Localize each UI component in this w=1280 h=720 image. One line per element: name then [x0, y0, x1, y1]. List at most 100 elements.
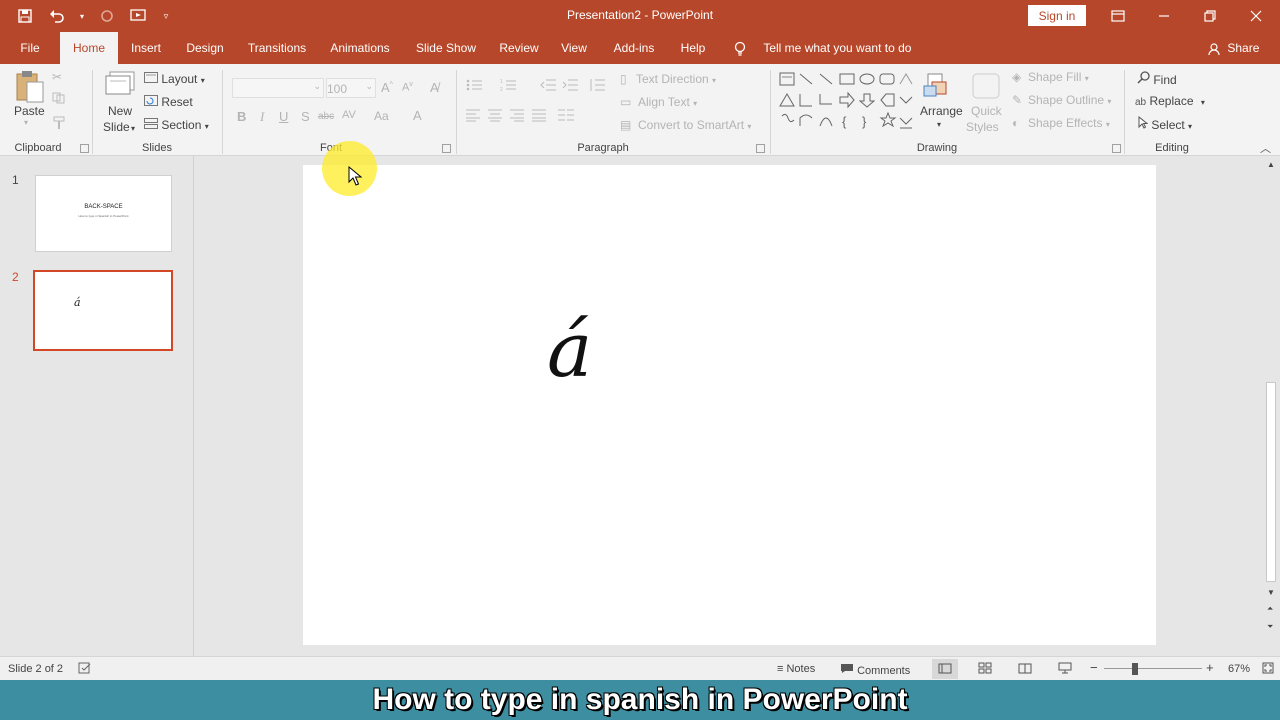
collapse-ribbon-icon[interactable]: ︿ [1260, 140, 1271, 156]
character-spacing-icon[interactable]: AV [342, 109, 356, 121]
arrange-button[interactable] [920, 72, 950, 103]
numbering-icon[interactable]: 12 [500, 78, 518, 95]
tab-insert[interactable]: Insert [124, 32, 168, 64]
redo-icon[interactable] [96, 6, 118, 26]
quick-access-toolbar: ▾ ▿ [14, 6, 172, 26]
minimize-icon[interactable] [1152, 4, 1176, 28]
slide-show-view-icon[interactable] [1058, 662, 1072, 677]
tab-animations[interactable]: Animations [324, 32, 396, 64]
strikethrough-icon[interactable]: abc [318, 111, 334, 122]
slide-canvas[interactable]: á [303, 165, 1156, 645]
drawing-launcher-icon[interactable] [1112, 144, 1121, 153]
cut-icon[interactable]: ✂ [52, 70, 62, 84]
columns-icon[interactable] [558, 108, 574, 125]
font-size-combo[interactable]: 100 ⌄ [326, 78, 376, 98]
zoom-out-icon[interactable]: − [1090, 660, 1098, 675]
notes-button[interactable]: ≡ Notes [777, 663, 815, 675]
align-center-icon[interactable] [488, 108, 502, 125]
new-slide-button[interactable] [104, 70, 136, 101]
paragraph-launcher-icon[interactable] [756, 144, 765, 153]
new-slide-dropdown-icon[interactable]: ▾ [131, 124, 135, 133]
tab-help[interactable]: Help [674, 32, 712, 64]
slide-thumbnail-2[interactable]: á [33, 270, 173, 351]
tab-home[interactable]: Home [60, 32, 118, 64]
next-slide-icon[interactable]: ⏷ [1267, 622, 1273, 632]
bold-icon[interactable]: B [237, 109, 246, 124]
zoom-slider-track[interactable] [1104, 668, 1202, 669]
layout-button[interactable]: Layout ▾ [144, 72, 205, 86]
clear-formatting-icon[interactable]: A̸ [430, 80, 439, 95]
tab-design[interactable]: Design [180, 32, 230, 64]
quick-styles-button[interactable] [971, 72, 1001, 103]
tab-slide-show[interactable]: Slide Show [408, 32, 484, 64]
scroll-up-icon[interactable]: ▲ [1267, 160, 1275, 169]
paste-label: Paste [14, 104, 45, 118]
shape-outline-button[interactable]: ✎ Shape Outline ▾ [1012, 93, 1111, 107]
reading-view-icon[interactable] [1018, 662, 1032, 677]
convert-smartart-button[interactable]: ▤ Convert to SmartArt ▾ [620, 118, 751, 132]
zoom-slider-thumb[interactable] [1132, 663, 1138, 675]
find-button[interactable]: Find [1137, 71, 1177, 87]
justify-icon[interactable] [532, 108, 546, 125]
zoom-level[interactable]: 67% [1228, 663, 1250, 675]
tab-review[interactable]: Review [494, 32, 544, 64]
undo-dropdown-icon[interactable]: ▾ [78, 6, 86, 26]
paste-button[interactable] [14, 70, 46, 107]
close-icon[interactable] [1244, 4, 1268, 28]
increase-font-size-icon[interactable]: A^ [381, 80, 393, 95]
font-launcher-icon[interactable] [442, 144, 451, 153]
text-shadow-icon[interactable]: S [301, 109, 310, 124]
decrease-indent-icon[interactable] [540, 78, 556, 95]
shape-effects-button[interactable]: ◐ Shape Effects ▾ [1012, 116, 1110, 130]
undo-icon[interactable] [46, 6, 68, 26]
save-icon[interactable] [14, 6, 36, 26]
tell-me-search[interactable]: Tell me what you want to do [734, 32, 911, 64]
arrange-dropdown-icon[interactable]: ▾ [937, 120, 941, 129]
tab-add-ins[interactable]: Add-ins [606, 32, 662, 64]
copy-icon[interactable] [52, 92, 66, 107]
align-text-button[interactable]: ▭ Align Text ▾ [620, 95, 697, 109]
bullets-icon[interactable] [466, 78, 484, 95]
paste-dropdown-icon[interactable]: ▾ [24, 118, 28, 127]
tab-view[interactable]: View [556, 32, 592, 64]
underline-icon[interactable]: U [279, 109, 288, 124]
scrollbar-thumb[interactable] [1266, 382, 1276, 582]
customize-toolbar-icon[interactable]: ▿ [160, 6, 172, 26]
tab-transitions[interactable]: Transitions [242, 32, 312, 64]
normal-view-button[interactable] [932, 659, 958, 679]
comments-button[interactable]: Comments [840, 663, 910, 677]
decrease-font-size-icon[interactable]: Av [402, 81, 413, 94]
sign-in-button[interactable]: Sign in [1028, 5, 1086, 26]
start-from-beginning-icon[interactable] [128, 6, 150, 26]
shapes-gallery[interactable]: { } [778, 70, 916, 132]
spelling-check-icon[interactable] [78, 662, 92, 677]
tab-file[interactable]: File [12, 32, 48, 64]
format-painter-icon[interactable] [52, 116, 66, 133]
zoom-in-icon[interactable]: + [1206, 660, 1214, 675]
text-direction-button[interactable]: ▯ Text Direction ▾ [620, 72, 716, 86]
font-name-combo[interactable]: ⌄ [232, 78, 324, 98]
previous-slide-icon[interactable]: ⏶ [1267, 604, 1273, 614]
shape-fill-button[interactable]: ◈ Shape Fill ▾ [1012, 70, 1089, 84]
restore-icon[interactable] [1198, 4, 1222, 28]
fit-to-window-icon[interactable] [1262, 662, 1274, 677]
reset-button[interactable]: Reset [144, 95, 193, 109]
slide-sorter-view-icon[interactable] [978, 662, 992, 677]
share-button[interactable]: Share [1208, 32, 1259, 64]
vertical-scrollbar[interactable]: ▲ ▼ ⏶ ⏷ [1262, 156, 1280, 656]
ribbon-display-options-icon[interactable] [1106, 4, 1130, 28]
italic-icon[interactable]: I [260, 109, 264, 125]
line-spacing-icon[interactable] [588, 78, 606, 95]
change-case-icon[interactable]: Aa [374, 109, 389, 123]
scroll-down-icon[interactable]: ▼ [1267, 588, 1275, 597]
font-color-icon[interactable]: A [413, 108, 422, 123]
clipboard-launcher-icon[interactable] [80, 144, 89, 153]
replace-button[interactable]: ab Replace ▾ [1135, 94, 1205, 108]
slide-thumbnail-1[interactable]: BACK-SPACE How to type in Spanish in Pow… [35, 175, 172, 252]
slide-text-content[interactable]: á [547, 305, 592, 394]
increase-indent-icon[interactable] [562, 78, 578, 95]
align-right-icon[interactable] [510, 108, 524, 125]
section-button[interactable]: Section ▾ [144, 118, 209, 132]
align-left-icon[interactable] [466, 108, 480, 125]
select-button[interactable]: Select ▾ [1138, 115, 1192, 132]
